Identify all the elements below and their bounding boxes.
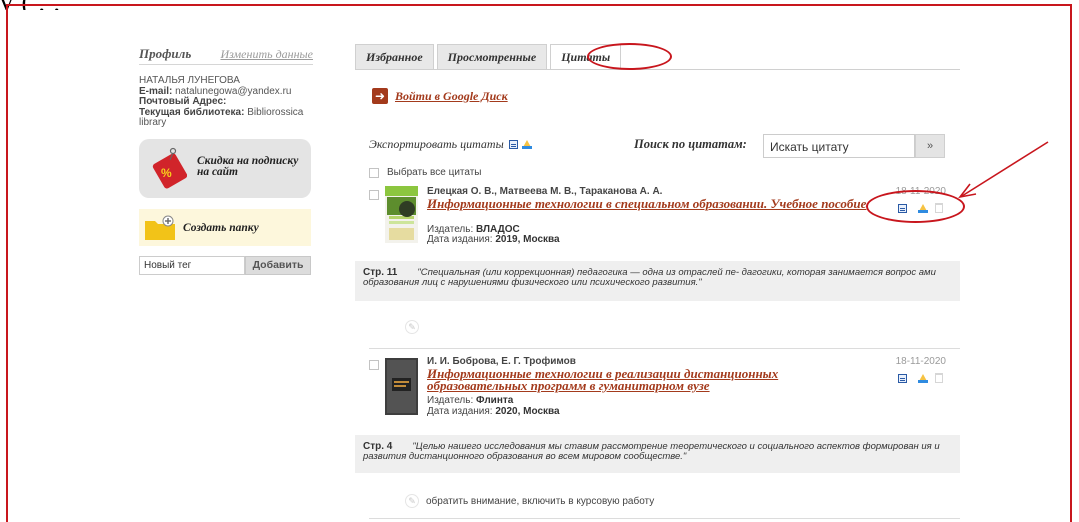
entry-divider xyxy=(369,518,960,519)
entry-added-date: 18-11-2020 xyxy=(895,356,946,367)
svg-text:%: % xyxy=(161,166,172,180)
profile-email: natalunegowa@yandex.ru xyxy=(175,85,292,97)
date-value: 2020, Москва xyxy=(495,406,560,417)
search-submit-button[interactable]: » xyxy=(915,134,945,158)
profile-header: Профиль Изменить данные xyxy=(139,46,313,62)
search-label: Поиск по цитатам: xyxy=(634,137,747,151)
export-quotes: Экспортировать цитаты xyxy=(369,137,532,152)
promo-text: Скидка на подписку на сайт xyxy=(197,155,298,178)
new-tag-input[interactable]: Новый тег xyxy=(139,256,245,275)
entry-added-date: 18-11-2020 xyxy=(895,186,946,197)
export-label: Экспортировать цитаты xyxy=(369,137,504,151)
profile-title: Профиль xyxy=(139,46,192,61)
date-value: 2019, Москва xyxy=(495,234,560,245)
quote-block: Стр. 4 "Целью нашего исследования мы став… xyxy=(355,435,960,473)
google-drive-icon[interactable] xyxy=(521,140,532,149)
discount-tag-icon: % xyxy=(152,147,187,189)
book-cover-image xyxy=(385,358,418,415)
entry-date: Дата издания: 2019, Москва xyxy=(427,235,560,245)
google-drive-login-label: Войти в Google Диск xyxy=(395,88,508,103)
tab-quotes[interactable]: Цитаты xyxy=(550,44,622,70)
word-export-icon[interactable] xyxy=(898,373,907,383)
entry-publisher: Издатель: Флинта xyxy=(427,396,513,406)
add-tag-button[interactable]: Добавить xyxy=(245,256,311,275)
select-all-quotes[interactable]: Выбрать все цитаты xyxy=(369,167,482,178)
entry-checkbox[interactable] xyxy=(369,190,379,200)
publisher-value: Флинта xyxy=(476,395,514,406)
quote-note[interactable]: ✎ обратить внимание, включить в курсовую… xyxy=(405,494,654,508)
create-folder-label: Создать папку xyxy=(183,222,259,234)
list-item: Елецкая О. В., Матвеева М. В., Тараканов… xyxy=(369,186,960,256)
edit-profile-link[interactable]: Изменить данные xyxy=(220,47,313,62)
date-label: Дата издания: xyxy=(427,234,493,245)
entry-date: Дата издания: 2020, Москва xyxy=(427,407,560,417)
tabs-divider xyxy=(355,69,960,70)
email-label: E-mail: xyxy=(139,85,173,97)
pencil-icon[interactable]: ✎ xyxy=(405,320,419,334)
library-label: Текущая библиотека: xyxy=(139,106,245,118)
trash-icon[interactable] xyxy=(935,203,943,213)
entry-divider xyxy=(369,348,960,349)
create-folder-button[interactable]: Создать папку xyxy=(139,209,311,246)
entry-checkbox[interactable] xyxy=(369,360,379,370)
tab-bar: Избранное Просмотренные Цитаты xyxy=(355,44,622,70)
sign-in-icon: ➜ xyxy=(372,88,388,104)
profile-library-row: Текущая библиотека: Bibliorossica librar… xyxy=(139,106,313,129)
search-quotes-input[interactable]: Искать цитату xyxy=(763,134,915,158)
book-cover-image xyxy=(385,186,418,243)
tab-viewed[interactable]: Просмотренные xyxy=(436,44,548,70)
address-label: Почтовый Адрес: xyxy=(139,96,227,107)
google-drive-icon[interactable] xyxy=(918,373,928,383)
select-all-checkbox[interactable] xyxy=(369,167,379,178)
entry-title-link[interactable]: Информационные технологии в реализации д… xyxy=(427,367,867,392)
entry-title-link[interactable]: Информационные технологии в специальном … xyxy=(427,197,867,210)
profile-divider xyxy=(139,64,313,65)
list-item: И. И. Боброва, Е. Г. Трофимов Информацио… xyxy=(369,356,960,426)
subscription-promo[interactable]: % Скидка на подписку на сайт xyxy=(139,139,311,198)
quote-text: "Целью нашего исследования мы ставим рас… xyxy=(363,441,940,462)
pencil-icon[interactable]: ✎ xyxy=(405,494,419,508)
profile-info: НАТАЛЬЯ ЛУНЕГОВА E-mail: natalunegowa@ya… xyxy=(139,75,313,129)
trash-icon[interactable] xyxy=(935,373,943,383)
date-label: Дата издания: xyxy=(427,406,493,417)
word-export-icon[interactable] xyxy=(508,140,518,149)
entry-actions xyxy=(898,373,943,383)
google-drive-login[interactable]: ➜ Войти в Google Диск xyxy=(372,88,508,104)
tab-favorites[interactable]: Избранное xyxy=(355,44,434,70)
select-all-label: Выбрать все цитаты xyxy=(387,167,482,178)
quote-block: Стр. 11 "Специальная (или коррекционная) … xyxy=(355,261,960,301)
promo-line-2: на сайт xyxy=(197,166,238,178)
google-drive-icon[interactable] xyxy=(918,203,928,213)
quote-note-text: обратить внимание, включить в курсовую р… xyxy=(426,495,655,507)
folder-add-icon xyxy=(145,215,175,240)
entry-actions xyxy=(898,203,943,213)
quote-text: "Специальная (или коррекционная) педагог… xyxy=(363,267,936,288)
publisher-label: Издатель: xyxy=(427,395,474,406)
word-export-icon[interactable] xyxy=(898,203,907,213)
quote-note[interactable]: ✎ xyxy=(405,320,426,334)
